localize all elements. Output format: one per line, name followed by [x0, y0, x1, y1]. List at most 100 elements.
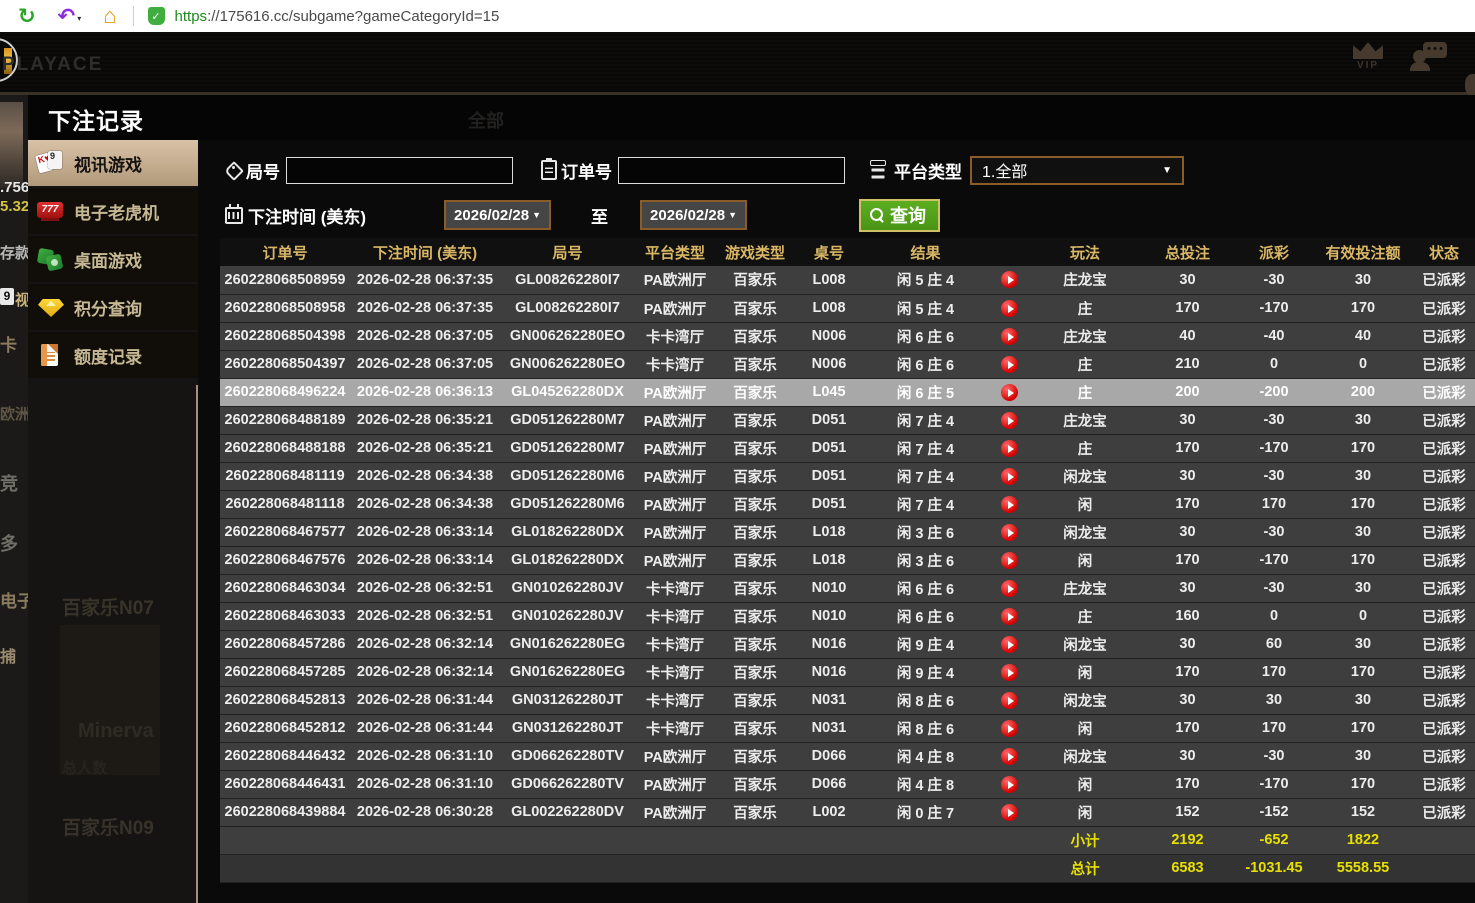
- background-lobby-remnants: 百家乐N07 Minerva 总人数 百家乐N09: [28, 385, 198, 903]
- query-button[interactable]: 查询: [859, 198, 941, 232]
- play-video-button[interactable]: [1000, 719, 1018, 737]
- sidebar-item-video-games[interactable]: K♥ 9 视讯游戏: [28, 140, 198, 186]
- bg-fragment: Minerva: [78, 720, 154, 742]
- cell: GN016262280EG: [500, 630, 635, 659]
- clipboard-icon: [541, 158, 557, 180]
- play-video-button[interactable]: [1000, 467, 1018, 485]
- play-video-button[interactable]: [1000, 355, 1018, 373]
- order-input[interactable]: [618, 156, 845, 184]
- play-video-button[interactable]: [1000, 495, 1018, 513]
- cell: [500, 826, 635, 855]
- cell: 已派彩: [1413, 266, 1475, 295]
- play-video-button[interactable]: [1000, 299, 1018, 317]
- play-video-button[interactable]: [1000, 579, 1018, 597]
- play-video-button[interactable]: [1000, 439, 1018, 457]
- home-icon[interactable]: ⌂: [103, 3, 116, 29]
- customer-service-button[interactable]: [1410, 42, 1447, 72]
- table-row[interactable]: 260228068496224 2026-02-28 06:36:13 GL0452…: [220, 378, 1475, 407]
- cell: 庄: [1030, 434, 1140, 463]
- cell: 卡卡湾厅: [635, 686, 715, 715]
- play-video-button[interactable]: [1000, 383, 1018, 401]
- cell: 2026-02-28 06:35:21: [350, 434, 500, 463]
- table-row[interactable]: 260228068508958 2026-02-28 06:37:35 GL0082…: [220, 294, 1475, 323]
- cell: 闲 3 庄 6: [863, 546, 988, 575]
- cell: -170: [1235, 294, 1313, 323]
- table-row[interactable]: 260228068488189 2026-02-28 06:35:21 GD0512…: [220, 406, 1475, 435]
- sidebar-item-table-games[interactable]: 桌面游戏: [28, 236, 198, 282]
- cell: 已派彩: [1413, 518, 1475, 547]
- platform-select[interactable]: 1.全部 ▼: [970, 155, 1184, 185]
- cell: 170: [1140, 434, 1235, 463]
- dealer-photo-faint: [60, 625, 160, 775]
- undo-dropdown-icon[interactable]: ▾: [77, 14, 81, 23]
- cell: 闲 7 庄 4: [863, 462, 988, 491]
- date-from-select[interactable]: 2026/02/28 ▼: [444, 200, 552, 230]
- play-video-button[interactable]: [1000, 747, 1018, 765]
- diamond-icon: [36, 292, 66, 322]
- cell: 百家乐: [715, 770, 795, 799]
- sidebar-item-points-query[interactable]: 积分查询: [28, 284, 198, 330]
- table-row[interactable]: 260228068467577 2026-02-28 06:33:14 GL0182…: [220, 518, 1475, 547]
- cell: 260228068504398: [220, 322, 350, 351]
- cell: 260228068452812: [220, 714, 350, 743]
- cell: 庄龙宝: [1030, 406, 1140, 435]
- cell: [988, 826, 1030, 855]
- cell: PA欧洲厅: [635, 490, 715, 519]
- table-row[interactable]: 260228068446431 2026-02-28 06:31:10 GD0662…: [220, 770, 1475, 799]
- table-row[interactable]: 260228068481118 2026-02-28 06:34:38 GD0512…: [220, 490, 1475, 519]
- undo-icon[interactable]: ↶: [58, 4, 76, 29]
- play-video-button[interactable]: [1000, 691, 1018, 709]
- cell: 百家乐: [715, 378, 795, 407]
- table-row[interactable]: 260228068504397 2026-02-28 06:37:05 GN0062…: [220, 350, 1475, 379]
- play-video-button[interactable]: [1000, 411, 1018, 429]
- cell: PA欧洲厅: [635, 742, 715, 771]
- cell: 百家乐: [715, 322, 795, 351]
- table-row[interactable]: 260228068463033 2026-02-28 06:32:51 GN0102…: [220, 602, 1475, 631]
- table-row[interactable]: 260228068508959 2026-02-28 06:37:35 GL0082…: [220, 266, 1475, 295]
- play-video-button[interactable]: [1000, 663, 1018, 681]
- play-video-button[interactable]: [1000, 271, 1018, 289]
- date-to-select[interactable]: 2026/02/28 ▼: [640, 200, 748, 230]
- cell: 卡卡湾厅: [635, 574, 715, 603]
- chevron-down-icon: ▼: [532, 210, 542, 220]
- cell: -30: [1235, 518, 1313, 547]
- reload-icon[interactable]: ↻: [18, 4, 36, 29]
- browser-toolbar: ↻ ↶ ▾ ⌂ ✓ https://175616.cc/subgame?game…: [0, 0, 1475, 32]
- address-bar[interactable]: https://175616.cc/subgame?gameCategoryId…: [175, 8, 500, 25]
- play-video-button[interactable]: [1000, 327, 1018, 345]
- cell-play: [988, 378, 1030, 407]
- play-video-button[interactable]: [1000, 607, 1018, 625]
- table-row[interactable]: 260228068463034 2026-02-28 06:32:51 GN0102…: [220, 574, 1475, 603]
- cell: GN016262280EG: [500, 658, 635, 687]
- sidebar-item-quota-records[interactable]: 额度记录: [28, 332, 198, 378]
- cell: 30: [1313, 266, 1413, 295]
- round-input[interactable]: [286, 156, 513, 184]
- play-video-button[interactable]: [1000, 551, 1018, 569]
- table-row[interactable]: 260228068439884 2026-02-28 06:30:28 GL0022…: [220, 798, 1475, 827]
- cell: 百家乐: [715, 742, 795, 771]
- table-row[interactable]: 260228068504398 2026-02-28 06:37:05 GN0062…: [220, 322, 1475, 351]
- table-row[interactable]: 260228068481119 2026-02-28 06:34:38 GD0512…: [220, 462, 1475, 491]
- table-row[interactable]: 260228068446432 2026-02-28 06:31:10 GD0662…: [220, 742, 1475, 771]
- play-video-button[interactable]: [1000, 523, 1018, 541]
- cell: 170: [1313, 546, 1413, 575]
- cell: D066: [795, 742, 863, 771]
- play-video-button[interactable]: [1000, 775, 1018, 793]
- table-row[interactable]: 260228068457285 2026-02-28 06:32:14 GN0162…: [220, 658, 1475, 687]
- table-row[interactable]: 260228068488188 2026-02-28 06:35:21 GD0512…: [220, 434, 1475, 463]
- url-path: ://175616.cc/subgame?gameCategoryId=15: [207, 7, 500, 25]
- security-shield-icon[interactable]: ✓: [147, 7, 165, 25]
- table-row[interactable]: 260228068452812 2026-02-28 06:31:44 GN0312…: [220, 714, 1475, 743]
- cell: 5558.55: [1313, 854, 1413, 883]
- cell: 百家乐: [715, 350, 795, 379]
- cell: 庄: [1030, 378, 1140, 407]
- table-row[interactable]: 260228068457286 2026-02-28 06:32:14 GN0162…: [220, 630, 1475, 659]
- play-video-button[interactable]: [1000, 803, 1018, 821]
- cell: 30: [1140, 686, 1235, 715]
- play-video-button[interactable]: [1000, 635, 1018, 653]
- table-row[interactable]: 260228068467576 2026-02-28 06:33:14 GL0182…: [220, 546, 1475, 575]
- table-row[interactable]: 260228068452813 2026-02-28 06:31:44 GN0312…: [220, 686, 1475, 715]
- sidebar-item-slots[interactable]: 777 电子老虎机: [28, 188, 198, 234]
- cell: 2026-02-28 06:35:21: [350, 406, 500, 435]
- vip-button[interactable]: VIP: [1353, 42, 1383, 71]
